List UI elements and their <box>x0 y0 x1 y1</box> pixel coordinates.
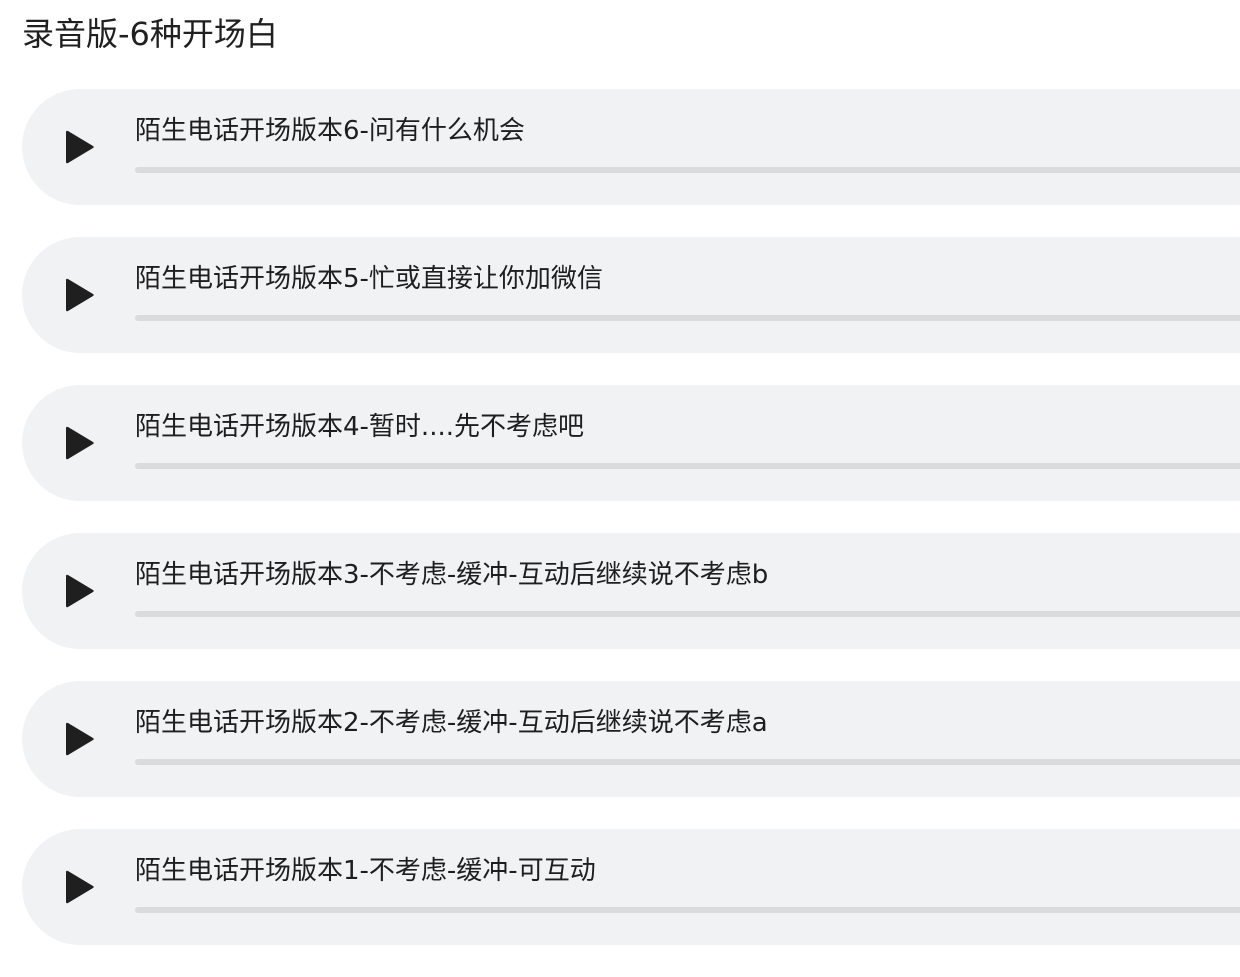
progress-bar[interactable] <box>135 315 1240 321</box>
play-icon <box>66 130 94 164</box>
track-title: 陌生电话开场版本3-不考虑-缓冲-互动后继续说不考虑b <box>135 560 769 590</box>
play-button[interactable] <box>62 869 98 905</box>
play-icon <box>66 574 94 608</box>
track-title: 陌生电话开场版本5-忙或直接让你加微信 <box>135 264 603 294</box>
track-title: 陌生电话开场版本6-问有什么机会 <box>135 116 525 146</box>
play-button[interactable] <box>62 721 98 757</box>
progress-bar[interactable] <box>135 759 1240 765</box>
play-icon <box>66 278 94 312</box>
progress-bar[interactable] <box>135 611 1240 617</box>
play-icon <box>66 722 94 756</box>
audio-track-card: 陌生电话开场版本5-忙或直接让你加微信 <box>22 237 1240 353</box>
progress-bar[interactable] <box>135 463 1240 469</box>
progress-bar[interactable] <box>135 907 1240 913</box>
play-icon <box>66 870 94 904</box>
track-title: 陌生电话开场版本4-暂时....先不考虑吧 <box>135 412 584 442</box>
audio-track-card: 陌生电话开场版本4-暂时....先不考虑吧 <box>22 385 1240 501</box>
play-button[interactable] <box>62 277 98 313</box>
page-title: 录音版-6种开场白 <box>22 15 278 53</box>
audio-track-card: 陌生电话开场版本6-问有什么机会 <box>22 89 1240 205</box>
progress-bar[interactable] <box>135 167 1240 173</box>
audio-track-card: 陌生电话开场版本2-不考虑-缓冲-互动后继续说不考虑a <box>22 681 1240 797</box>
audio-track-card: 陌生电话开场版本3-不考虑-缓冲-互动后继续说不考虑b <box>22 533 1240 649</box>
track-title: 陌生电话开场版本1-不考虑-缓冲-可互动 <box>135 856 596 886</box>
play-button[interactable] <box>62 129 98 165</box>
play-button[interactable] <box>62 425 98 461</box>
track-title: 陌生电话开场版本2-不考虑-缓冲-互动后继续说不考虑a <box>135 708 768 738</box>
play-icon <box>66 426 94 460</box>
audio-track-list: 陌生电话开场版本6-问有什么机会 陌生电话开场版本5-忙或直接让你加微信 陌生电… <box>22 89 1240 977</box>
play-button[interactable] <box>62 573 98 609</box>
audio-track-card: 陌生电话开场版本1-不考虑-缓冲-可互动 <box>22 829 1240 945</box>
